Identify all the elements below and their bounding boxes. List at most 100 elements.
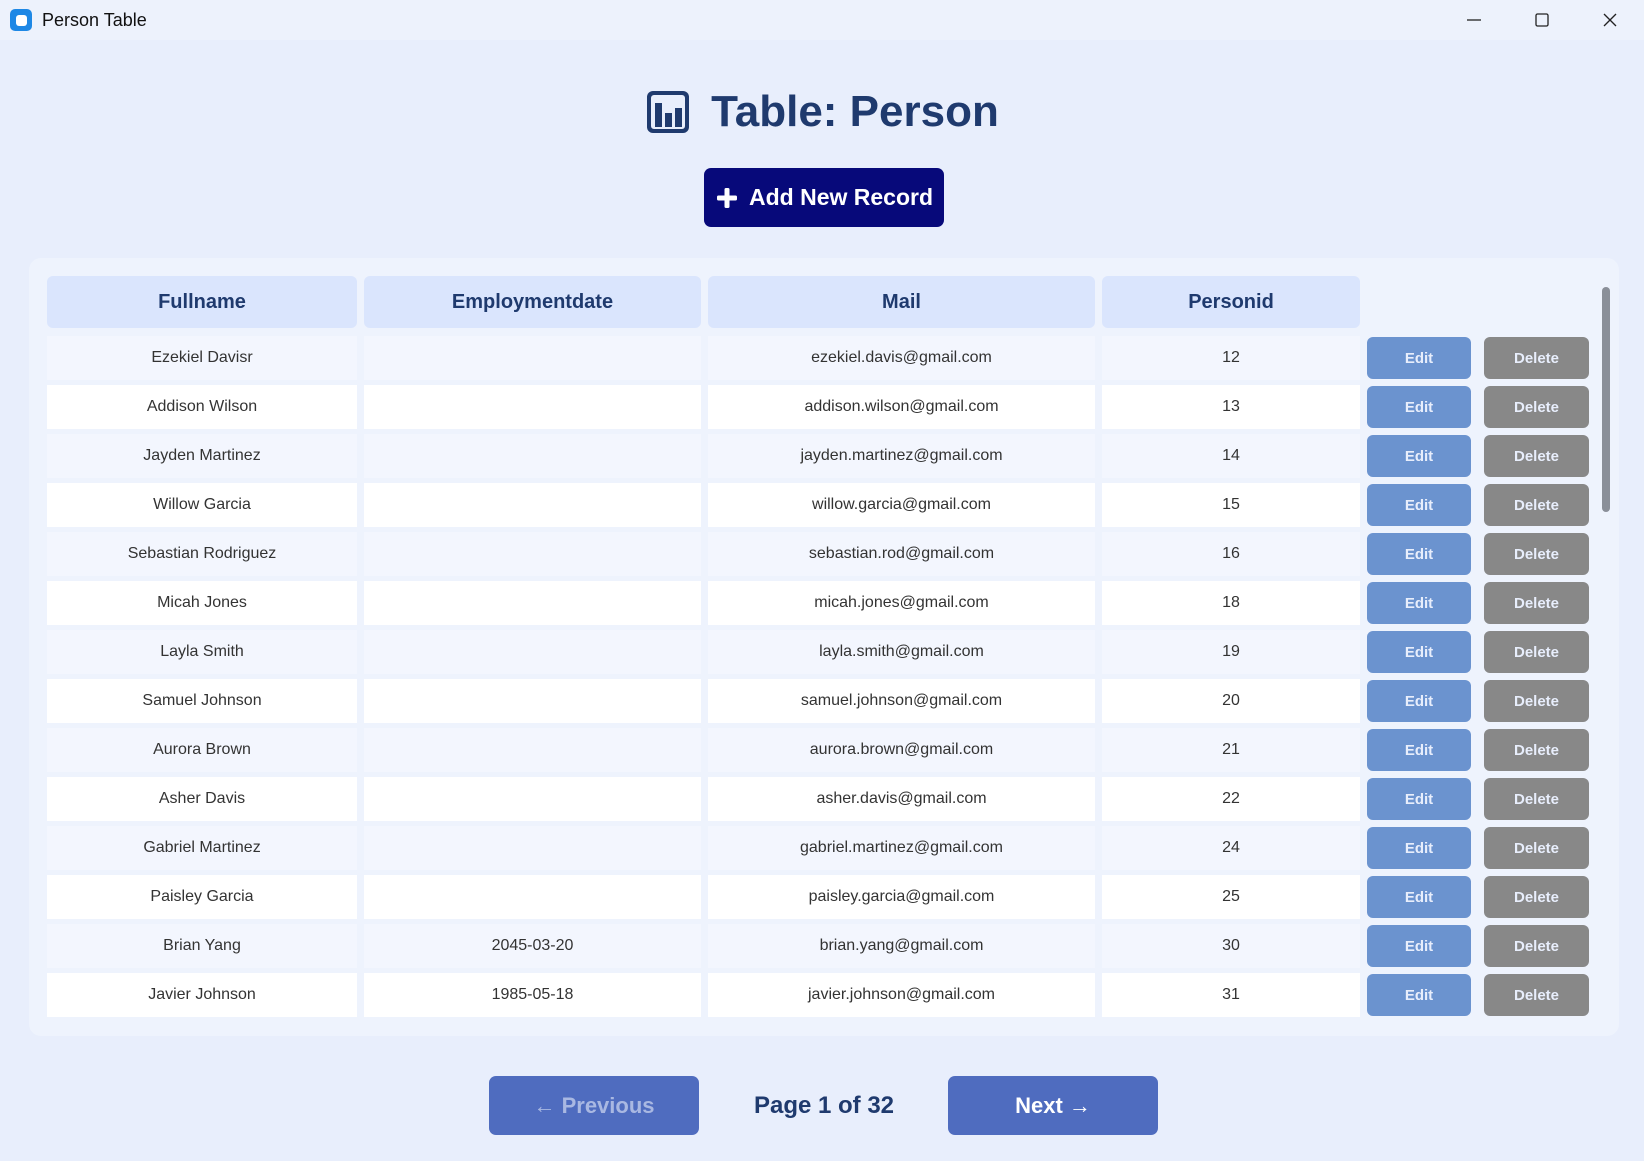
cell-mail: brian.yang@gmail.com — [708, 924, 1095, 968]
edit-button[interactable]: Edit — [1367, 533, 1471, 575]
delete-button[interactable]: Delete — [1484, 484, 1589, 526]
cell-fullname: Brian Yang — [47, 924, 357, 968]
cell-personid: 14 — [1102, 434, 1360, 478]
edit-button[interactable]: Edit — [1367, 827, 1471, 869]
delete-button[interactable]: Delete — [1484, 827, 1589, 869]
cell-personid: 30 — [1102, 924, 1360, 968]
delete-button[interactable]: Delete — [1484, 337, 1589, 379]
table-row: Layla Smith layla.smith@gmail.com 19 Edit De… — [29, 630, 1609, 674]
delete-button[interactable]: Delete — [1484, 631, 1589, 673]
previous-page-button[interactable]: ← Previous — [489, 1076, 699, 1135]
cell-personid: 20 — [1102, 679, 1360, 723]
table-row: Brian Yang 2045-03-20 brian.yang@gmail.com… — [29, 924, 1609, 968]
cell-personid: 13 — [1102, 385, 1360, 429]
column-header-employmentdate[interactable]: Employmentdate — [364, 276, 701, 328]
cell-personid: 18 — [1102, 581, 1360, 625]
cell-fullname: Micah Jones — [47, 581, 357, 625]
cell-personid: 19 — [1102, 630, 1360, 674]
cell-fullname: Aurora Brown — [47, 728, 357, 772]
cell-mail: willow.garcia@gmail.com — [708, 483, 1095, 527]
edit-button[interactable]: Edit — [1367, 631, 1471, 673]
edit-button[interactable]: Edit — [1367, 925, 1471, 967]
cell-mail: layla.smith@gmail.com — [708, 630, 1095, 674]
cell-fullname: Jayden Martinez — [47, 434, 357, 478]
edit-button[interactable]: Edit — [1367, 484, 1471, 526]
delete-button[interactable]: Delete — [1484, 680, 1589, 722]
cell-mail: aurora.brown@gmail.com — [708, 728, 1095, 772]
table-row: Micah Jones micah.jones@gmail.com 18 Edit De… — [29, 581, 1609, 625]
delete-button[interactable]: Delete — [1484, 974, 1589, 1016]
cell-employmentdate — [364, 679, 701, 723]
delete-button[interactable]: Delete — [1484, 386, 1589, 428]
cell-personid: 25 — [1102, 875, 1360, 919]
maximize-button[interactable] — [1508, 0, 1576, 40]
cell-employmentdate — [364, 434, 701, 478]
cell-personid: 16 — [1102, 532, 1360, 576]
table-row: Willow Garcia willow.garcia@gmail.com 15 Ed… — [29, 483, 1609, 527]
table-row: Samuel Johnson samuel.johnson@gmail.com 20… — [29, 679, 1609, 723]
cell-mail: sebastian.rod@gmail.com — [708, 532, 1095, 576]
add-new-record-button[interactable]: Add New Record — [704, 168, 944, 227]
edit-button[interactable]: Edit — [1367, 337, 1471, 379]
delete-button[interactable]: Delete — [1484, 435, 1589, 477]
minimize-button[interactable] — [1440, 0, 1508, 40]
delete-button[interactable]: Delete — [1484, 533, 1589, 575]
cell-mail: gabriel.martinez@gmail.com — [708, 826, 1095, 870]
column-header-personid[interactable]: Personid — [1102, 276, 1360, 328]
cell-personid: 31 — [1102, 973, 1360, 1017]
edit-button[interactable]: Edit — [1367, 974, 1471, 1016]
title-bar: Person Table — [0, 0, 1644, 40]
cell-fullname: Gabriel Martinez — [47, 826, 357, 870]
cell-employmentdate: 1985-05-18 — [364, 973, 701, 1017]
cell-fullname: Ezekiel Davisr — [47, 336, 357, 380]
cell-personid: 15 — [1102, 483, 1360, 527]
delete-button[interactable]: Delete — [1484, 778, 1589, 820]
edit-button[interactable]: Edit — [1367, 386, 1471, 428]
cell-employmentdate — [364, 777, 701, 821]
page-indicator: Page 1 of 32 — [753, 1091, 895, 1119]
minimize-icon — [1467, 19, 1481, 21]
column-header-fullname[interactable]: Fullname — [47, 276, 357, 328]
maximize-icon — [1535, 13, 1549, 27]
edit-button[interactable]: Edit — [1367, 680, 1471, 722]
table-row: Aurora Brown aurora.brown@gmail.com 21 Edit… — [29, 728, 1609, 772]
cell-fullname: Willow Garcia — [47, 483, 357, 527]
cell-personid: 21 — [1102, 728, 1360, 772]
edit-button[interactable]: Edit — [1367, 778, 1471, 820]
cell-fullname: Javier Johnson — [47, 973, 357, 1017]
app-icon — [10, 9, 32, 31]
column-header-mail[interactable]: Mail — [708, 276, 1095, 328]
next-page-button[interactable]: Next → — [948, 1076, 1158, 1135]
page-heading: Table: Person — [0, 82, 1644, 142]
cell-employmentdate — [364, 826, 701, 870]
table-row: Sebastian Rodriguez sebastian.rod@gmail.c… — [29, 532, 1609, 576]
delete-button[interactable]: Delete — [1484, 925, 1589, 967]
cell-fullname: Paisley Garcia — [47, 875, 357, 919]
edit-button[interactable]: Edit — [1367, 876, 1471, 918]
delete-button[interactable]: Delete — [1484, 876, 1589, 918]
delete-button[interactable]: Delete — [1484, 729, 1589, 771]
cell-mail: addison.wilson@gmail.com — [708, 385, 1095, 429]
table-panel[interactable]: Fullname Employmentdate Mail Personid Ez… — [29, 258, 1619, 1036]
table-scrollbar[interactable] — [1602, 287, 1610, 512]
delete-button[interactable]: Delete — [1484, 582, 1589, 624]
cell-personid: 12 — [1102, 336, 1360, 380]
cell-employmentdate — [364, 483, 701, 527]
cell-mail: ezekiel.davis@gmail.com — [708, 336, 1095, 380]
close-button[interactable] — [1576, 0, 1644, 40]
edit-button[interactable]: Edit — [1367, 582, 1471, 624]
cell-employmentdate — [364, 728, 701, 772]
cell-employmentdate — [364, 581, 701, 625]
cell-fullname: Addison Wilson — [47, 385, 357, 429]
cell-fullname: Sebastian Rodriguez — [47, 532, 357, 576]
table-row: Addison Wilson addison.wilson@gmail.com 13… — [29, 385, 1609, 429]
cell-employmentdate — [364, 385, 701, 429]
cell-fullname: Layla Smith — [47, 630, 357, 674]
edit-button[interactable]: Edit — [1367, 435, 1471, 477]
cell-mail: asher.davis@gmail.com — [708, 777, 1095, 821]
cell-employmentdate — [364, 630, 701, 674]
close-icon — [1603, 13, 1617, 27]
cell-employmentdate — [364, 875, 701, 919]
edit-button[interactable]: Edit — [1367, 729, 1471, 771]
window-title: Person Table — [42, 9, 147, 30]
